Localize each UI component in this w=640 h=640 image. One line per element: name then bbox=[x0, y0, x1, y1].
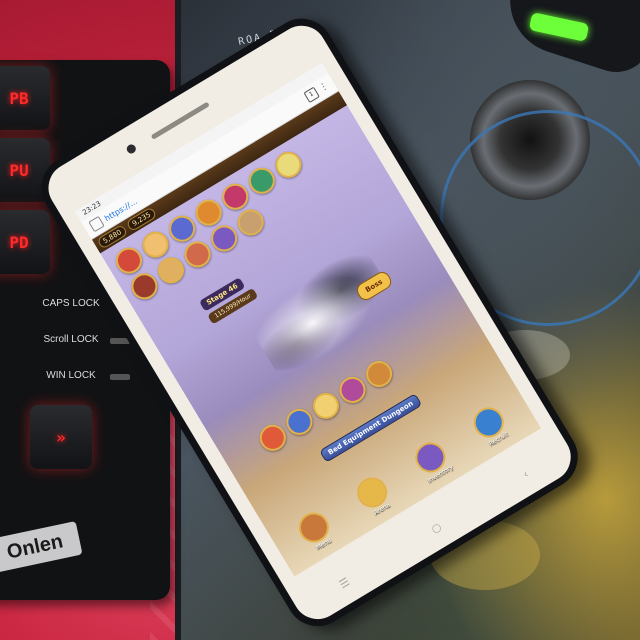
back-key-icon[interactable]: ‹ bbox=[521, 468, 531, 481]
overflow-menu-icon[interactable]: ⋮ bbox=[318, 81, 331, 94]
scroll-lock-label: Scroll LOCK bbox=[43, 334, 99, 345]
hero-portrait[interactable] bbox=[244, 162, 280, 199]
win-lock-label: WIN LOCK bbox=[46, 370, 96, 381]
home-icon[interactable] bbox=[88, 215, 105, 233]
tabs-count-icon[interactable]: 1 bbox=[303, 86, 320, 104]
front-camera bbox=[125, 142, 138, 156]
hero-portrait[interactable] bbox=[334, 372, 371, 408]
menu-key-icon[interactable]: ☰ bbox=[337, 575, 352, 591]
menu-button-arena[interactable]: Arena bbox=[351, 471, 397, 520]
menu-button-inventory[interactable]: Inventory bbox=[409, 436, 455, 485]
key-page-break[interactable]: PB bbox=[0, 66, 50, 130]
key-arrow[interactable]: » bbox=[30, 405, 92, 469]
hero-portrait[interactable] bbox=[281, 404, 318, 440]
home-key-icon[interactable]: ○ bbox=[429, 520, 444, 536]
hero-portrait[interactable] bbox=[270, 146, 307, 183]
hero-portrait[interactable] bbox=[361, 356, 397, 392]
menu-button-recruit[interactable]: Recruit bbox=[468, 401, 513, 450]
menu-button-main[interactable]: Menu bbox=[293, 506, 338, 555]
hero-portrait[interactable] bbox=[308, 388, 344, 424]
win-lock-led bbox=[110, 374, 130, 380]
hero-portrait[interactable] bbox=[254, 419, 291, 456]
caps-lock-label: CAPS LOCK bbox=[42, 298, 100, 309]
photo-scene: ROA-PA PB PU PD CAPS LOCK Scroll LOCK WI… bbox=[0, 0, 640, 640]
key-page-down[interactable]: PD bbox=[0, 210, 50, 274]
